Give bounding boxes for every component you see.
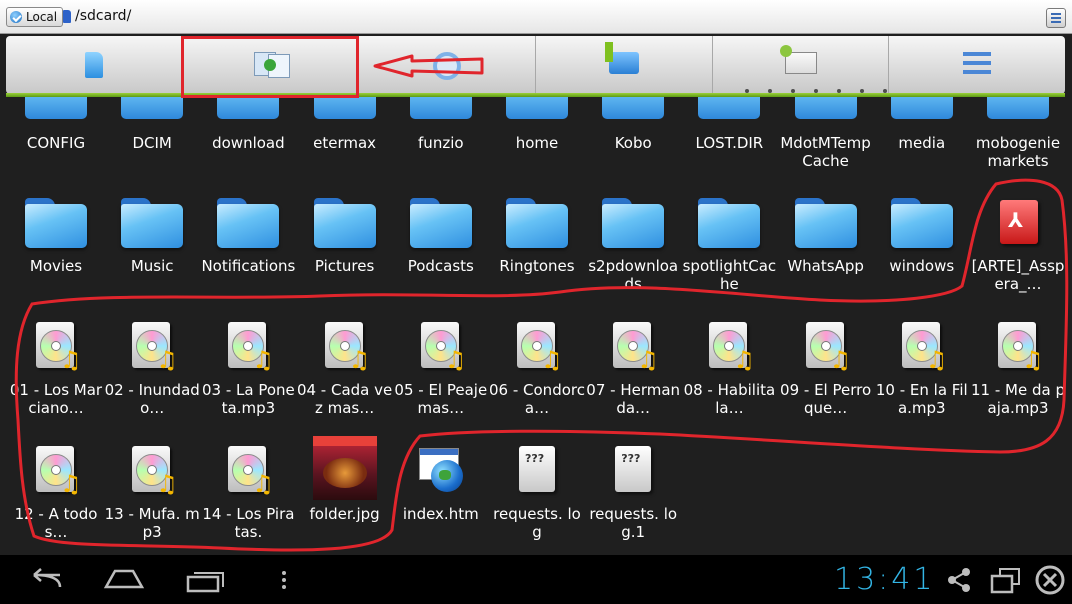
more-options-icon[interactable] bbox=[280, 569, 288, 591]
home-icon[interactable] bbox=[103, 567, 145, 591]
share-icon[interactable] bbox=[946, 567, 972, 593]
recent-apps-icon[interactable] bbox=[185, 567, 225, 593]
status-clock: 13:41 bbox=[834, 562, 936, 597]
back-icon[interactable] bbox=[24, 567, 64, 593]
window-icon[interactable] bbox=[990, 566, 1022, 594]
freehand-annotation bbox=[14, 178, 1069, 552]
close-icon[interactable] bbox=[1034, 564, 1066, 596]
